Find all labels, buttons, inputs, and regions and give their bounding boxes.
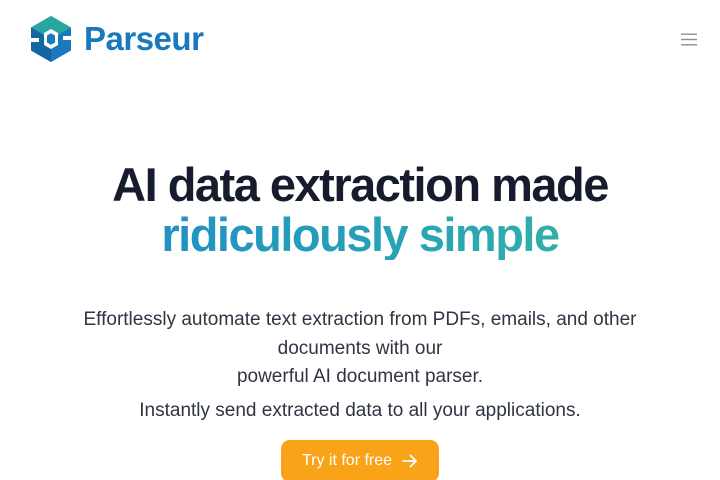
hero-section: AI data extraction made ridiculously sim… [0,160,720,260]
menu-button[interactable] [676,28,702,50]
hamburger-menu-icon [681,33,697,45]
try-free-button[interactable]: Try it for free [281,440,439,480]
arrow-right-icon [402,454,417,468]
hero-description: Effortlessly automate text extraction fr… [60,306,660,392]
description-line-1: Effortlessly automate text extraction fr… [83,309,637,359]
headline-accent: ridiculously simple [0,210,720,260]
parseur-cube-icon [31,16,71,62]
site-header: Parseur [0,0,720,80]
hero-subline: Instantly send extracted data to all you… [139,400,581,421]
brand-name: Parseur [84,20,204,57]
cta-label: Try it for free [301,452,393,469]
hero-headline: AI data extraction made ridiculously sim… [0,160,720,260]
page: Parseur AI data extraction made ridiculo… [0,0,720,480]
description-line-2: powerful AI document parser. [236,366,484,387]
headline-line-1: AI data extraction made [112,158,609,211]
brand-logo-link[interactable]: Parseur [28,14,204,64]
